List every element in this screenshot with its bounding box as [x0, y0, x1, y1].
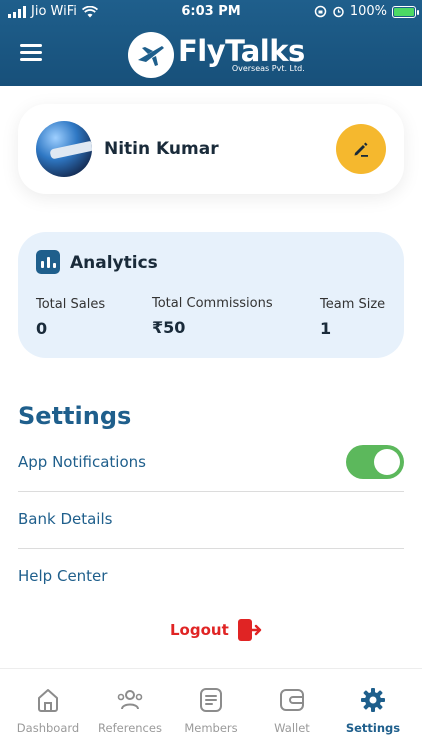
logout-button[interactable]: Logout	[170, 618, 263, 642]
avatar	[36, 121, 92, 177]
gear-icon	[361, 688, 385, 712]
nav-wallet[interactable]: Wallet	[250, 669, 334, 750]
stat-value-team-size: 1	[320, 319, 332, 338]
nav-dashboard[interactable]: Dashboard	[6, 669, 90, 750]
settings-item-bank-details[interactable]: Bank Details	[18, 492, 404, 549]
edit-profile-button[interactable]	[336, 124, 386, 174]
settings-title: Settings	[18, 402, 132, 430]
nav-label: Members	[184, 721, 238, 735]
analytics-chart-icon	[36, 250, 60, 274]
wallet-icon	[280, 689, 304, 711]
app-header: Jio WiFi 6:03 PM 100% FlyTalks Overseas …	[0, 0, 422, 86]
bottom-nav: Dashboard References Members Wallet Sett…	[0, 668, 422, 750]
brand-name: FlyTalks	[178, 34, 305, 68]
battery-icon	[392, 5, 419, 18]
battery-percent: 100%	[349, 4, 387, 19]
nav-label: Dashboard	[16, 721, 80, 735]
people-icon	[117, 690, 143, 710]
app-logo: FlyTalks Overseas Pvt. Ltd.	[128, 30, 305, 80]
settings-item-help-center[interactable]: Help Center	[18, 549, 404, 606]
stat-label-team-size: Team Size	[320, 297, 386, 312]
edit-pencil-icon	[354, 142, 368, 157]
nav-members[interactable]: Members	[169, 669, 253, 750]
settings-item-app-notifications: App Notifications	[18, 435, 404, 492]
orientation-lock-icon	[314, 5, 327, 18]
alarm-icon	[333, 6, 344, 18]
stat-label-total-commissions: Total Commissions	[152, 296, 273, 311]
settings-item-label: Bank Details	[18, 510, 113, 528]
settings-item-label: App Notifications	[18, 453, 146, 471]
notifications-toggle[interactable]	[346, 445, 404, 479]
status-bar: Jio WiFi 6:03 PM 100%	[0, 0, 422, 24]
nav-label: References	[98, 721, 162, 735]
list-icon	[200, 688, 222, 712]
analytics-title: Analytics	[70, 253, 158, 273]
stat-label-total-sales: Total Sales	[36, 297, 106, 312]
nav-label: Wallet	[274, 721, 310, 735]
logout-label: Logout	[170, 621, 229, 639]
nav-label: Settings	[345, 721, 401, 735]
stat-value-total-sales: 0	[36, 319, 48, 338]
nav-settings[interactable]: Settings	[331, 669, 415, 750]
home-icon	[38, 689, 58, 712]
nav-references[interactable]: References	[88, 669, 172, 750]
plane-logo-icon	[128, 32, 174, 78]
menu-icon[interactable]	[20, 44, 42, 62]
logout-icon	[237, 619, 261, 641]
settings-item-label: Help Center	[18, 567, 108, 585]
stat-value-total-commissions: ₹50	[152, 318, 186, 337]
analytics-card: Analytics Total Sales 0 Total Commission…	[18, 232, 404, 358]
profile-name: Nitin Kumar	[104, 139, 219, 159]
profile-card: Nitin Kumar	[18, 104, 404, 194]
